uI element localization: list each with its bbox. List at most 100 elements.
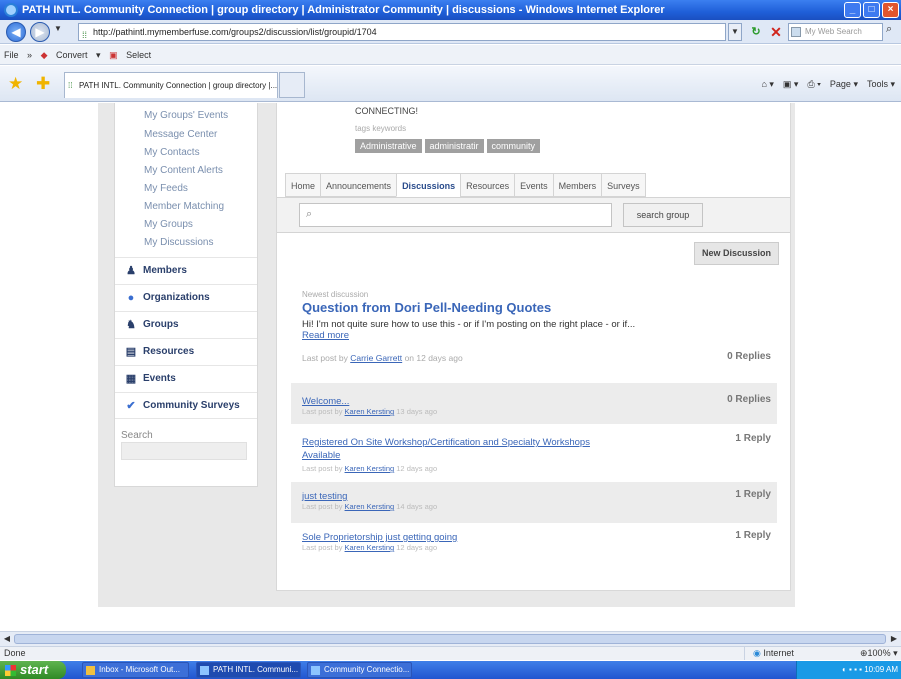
outlook-icon — [86, 666, 95, 675]
back-button[interactable]: ◀ — [6, 22, 26, 42]
refresh-button[interactable]: ↻ — [748, 23, 764, 41]
browser-tab-label: PATH INTL. Community Connection | group … — [79, 81, 278, 90]
file-menu[interactable]: File — [4, 50, 19, 60]
group-search-input[interactable]: ⌕ — [299, 203, 612, 227]
group-icon: ♞ — [126, 319, 136, 331]
group-tabs: Home Announcements Discussions Resources… — [285, 173, 646, 197]
tab-discussions[interactable]: Discussions — [396, 173, 462, 197]
scrollbar-thumb[interactable] — [14, 634, 886, 644]
new-tab-button[interactable] — [279, 72, 305, 98]
minimize-button[interactable]: _ — [844, 2, 861, 18]
scroll-right-arrow-icon[interactable]: ▶ — [888, 633, 900, 645]
discussion-author-link[interactable]: Karen Kersting — [345, 543, 395, 552]
status-bar: Done ◉ Internet ⊕100% ▾ — [0, 646, 901, 660]
discussion-author-link[interactable]: Karen Kersting — [345, 464, 395, 473]
nav-my-groups-events[interactable]: My Groups' Events — [144, 110, 228, 121]
command-bar: ⌂ ▾ ▣ ▾ ⎙ ▾ Page ▾ Tools ▾ — [761, 77, 895, 91]
discussion-last-post: Last post by Karen Kersting 12 days ago — [302, 464, 438, 473]
tab-home[interactable]: Home — [285, 173, 322, 197]
url-dropdown-button[interactable]: ▼ — [728, 23, 742, 41]
select-button[interactable]: ▣ Select — [109, 50, 157, 60]
home-icon[interactable]: ⌂ ▾ — [761, 77, 773, 91]
security-zone: ◉ Internet — [744, 647, 854, 660]
tools-menu[interactable]: Tools ▾ — [867, 77, 895, 91]
discussion-author-link[interactable]: Karen Kersting — [345, 407, 395, 416]
browser-tab[interactable]: ⁞⁞ PATH INTL. Community Connection | gro… — [64, 72, 278, 98]
left-navigation: My Groups' Events Message Center My Cont… — [114, 103, 258, 487]
add-favorites-icon[interactable]: ✚ — [36, 74, 50, 94]
nav-resources[interactable]: ▤ Resources — [115, 338, 257, 364]
nav-my-discussions[interactable]: My Discussions — [144, 237, 213, 248]
left-search-label: Search — [121, 430, 153, 441]
discussion-author-link[interactable]: Karen Kersting — [345, 502, 395, 511]
taskbar-item-community[interactable]: Community Connectio... — [307, 662, 412, 678]
new-discussion-button[interactable]: New Discussion — [694, 242, 779, 265]
maximize-button[interactable]: □ — [863, 2, 880, 18]
nav-community-surveys[interactable]: ✔ Community Surveys — [115, 392, 257, 418]
tray-icons[interactable]: ◐ ▪ ▪ ▪ — [842, 665, 864, 674]
tab-resources[interactable]: Resources — [460, 173, 516, 197]
group-description-text: CONNECTING! — [355, 106, 418, 116]
nav-my-contacts[interactable]: My Contacts — [144, 147, 200, 158]
nav-my-content-alerts[interactable]: My Content Alerts — [144, 165, 223, 176]
search-go-button[interactable]: ⌕ — [886, 23, 901, 41]
person-icon: ♟ — [126, 265, 136, 277]
nav-my-feeds[interactable]: My Feeds — [144, 183, 188, 194]
taskbar-item-ie[interactable]: PATH INTL. Communi... — [196, 662, 301, 678]
search-group-button[interactable]: search group — [623, 203, 703, 227]
tag-administrative[interactable]: Administrative — [355, 139, 422, 153]
tab-surveys[interactable]: Surveys — [601, 173, 646, 197]
convert-button[interactable]: ◆ Convert ▾ — [41, 50, 101, 60]
web-search-input[interactable]: My Web Search — [788, 23, 883, 41]
url-field[interactable]: ⁞⁞ http://pathintl.mymemberfuse.com/grou… — [78, 23, 726, 41]
status-text: Done — [4, 648, 26, 658]
page-menu[interactable]: Page ▾ — [830, 77, 858, 91]
forward-button[interactable]: ▶ — [30, 22, 50, 42]
page-viewport: My Groups' Events Message Center My Cont… — [0, 103, 901, 631]
tab-favicon-icon: ⁞⁞ — [68, 81, 73, 90]
left-search-input[interactable] — [121, 442, 247, 460]
stop-button[interactable]: ✕ — [768, 23, 784, 41]
address-bar: ◀ ▶ ▼ ⁞⁞ http://pathintl.mymemberfuse.co… — [0, 20, 901, 44]
discussion-title-link[interactable]: Registered On Site Workshop/Certificatio… — [302, 436, 592, 462]
favorites-star-icon[interactable]: ★ — [8, 74, 23, 94]
discussion-replies-count: 1 Reply — [735, 433, 771, 444]
nav-members[interactable]: ♟ Members — [115, 257, 257, 283]
search-icon: ⌕ — [306, 208, 313, 220]
nav-organizations[interactable]: ● Organizations — [115, 284, 257, 310]
group-search-bar: ⌕ search group — [277, 197, 790, 233]
nav-my-groups[interactable]: My Groups — [144, 219, 193, 230]
ie-icon — [200, 666, 209, 675]
tab-announcements[interactable]: Announcements — [320, 173, 398, 197]
nav-message-center[interactable]: Message Center — [144, 129, 217, 140]
nav-groups[interactable]: ♞ Groups — [115, 311, 257, 337]
nav-member-matching[interactable]: Member Matching — [144, 201, 224, 212]
read-more-link[interactable]: Read more — [302, 330, 349, 341]
print-icon[interactable]: ⎙ ▾ — [807, 77, 820, 91]
tag-administratir[interactable]: administratir — [424, 139, 484, 153]
tab-events[interactable]: Events — [514, 173, 554, 197]
checkmark-icon: ✔ — [126, 400, 136, 412]
start-button[interactable]: start — [0, 661, 66, 679]
tab-members[interactable]: Members — [552, 173, 603, 197]
windows-logo-icon — [5, 665, 16, 676]
scroll-left-arrow-icon[interactable]: ◀ — [1, 633, 13, 645]
discussion-last-post: Last post by Karen Kersting 12 days ago — [302, 543, 438, 552]
search-provider-icon — [791, 27, 801, 37]
close-button[interactable]: × — [882, 2, 899, 18]
chevron-icon[interactable]: » — [27, 50, 32, 60]
feeds-icon[interactable]: ▣ ▾ — [783, 77, 799, 91]
history-dropdown-icon[interactable]: ▼ — [54, 24, 62, 33]
window-icon — [311, 666, 320, 675]
zoom-level[interactable]: ⊕100% ▾ — [860, 647, 898, 660]
taskbar-item-outlook[interactable]: Inbox - Microsoft Out... — [82, 662, 189, 678]
featured-discussion-title[interactable]: Question from Dori Pell-Needing Quotes — [302, 300, 551, 315]
ie-logo-icon — [4, 3, 18, 17]
clock: 10:09 AM — [864, 665, 898, 674]
tag-community[interactable]: community — [486, 139, 541, 153]
nav-events[interactable]: ▦ Events — [115, 365, 257, 391]
globe-icon: ● — [127, 292, 135, 304]
featured-author-link[interactable]: Carrie Garrett — [350, 353, 402, 363]
featured-discussion: Newest discussion Question from Dori Pel… — [291, 290, 777, 380]
horizontal-scrollbar[interactable]: ◀ ▶ — [0, 631, 901, 646]
